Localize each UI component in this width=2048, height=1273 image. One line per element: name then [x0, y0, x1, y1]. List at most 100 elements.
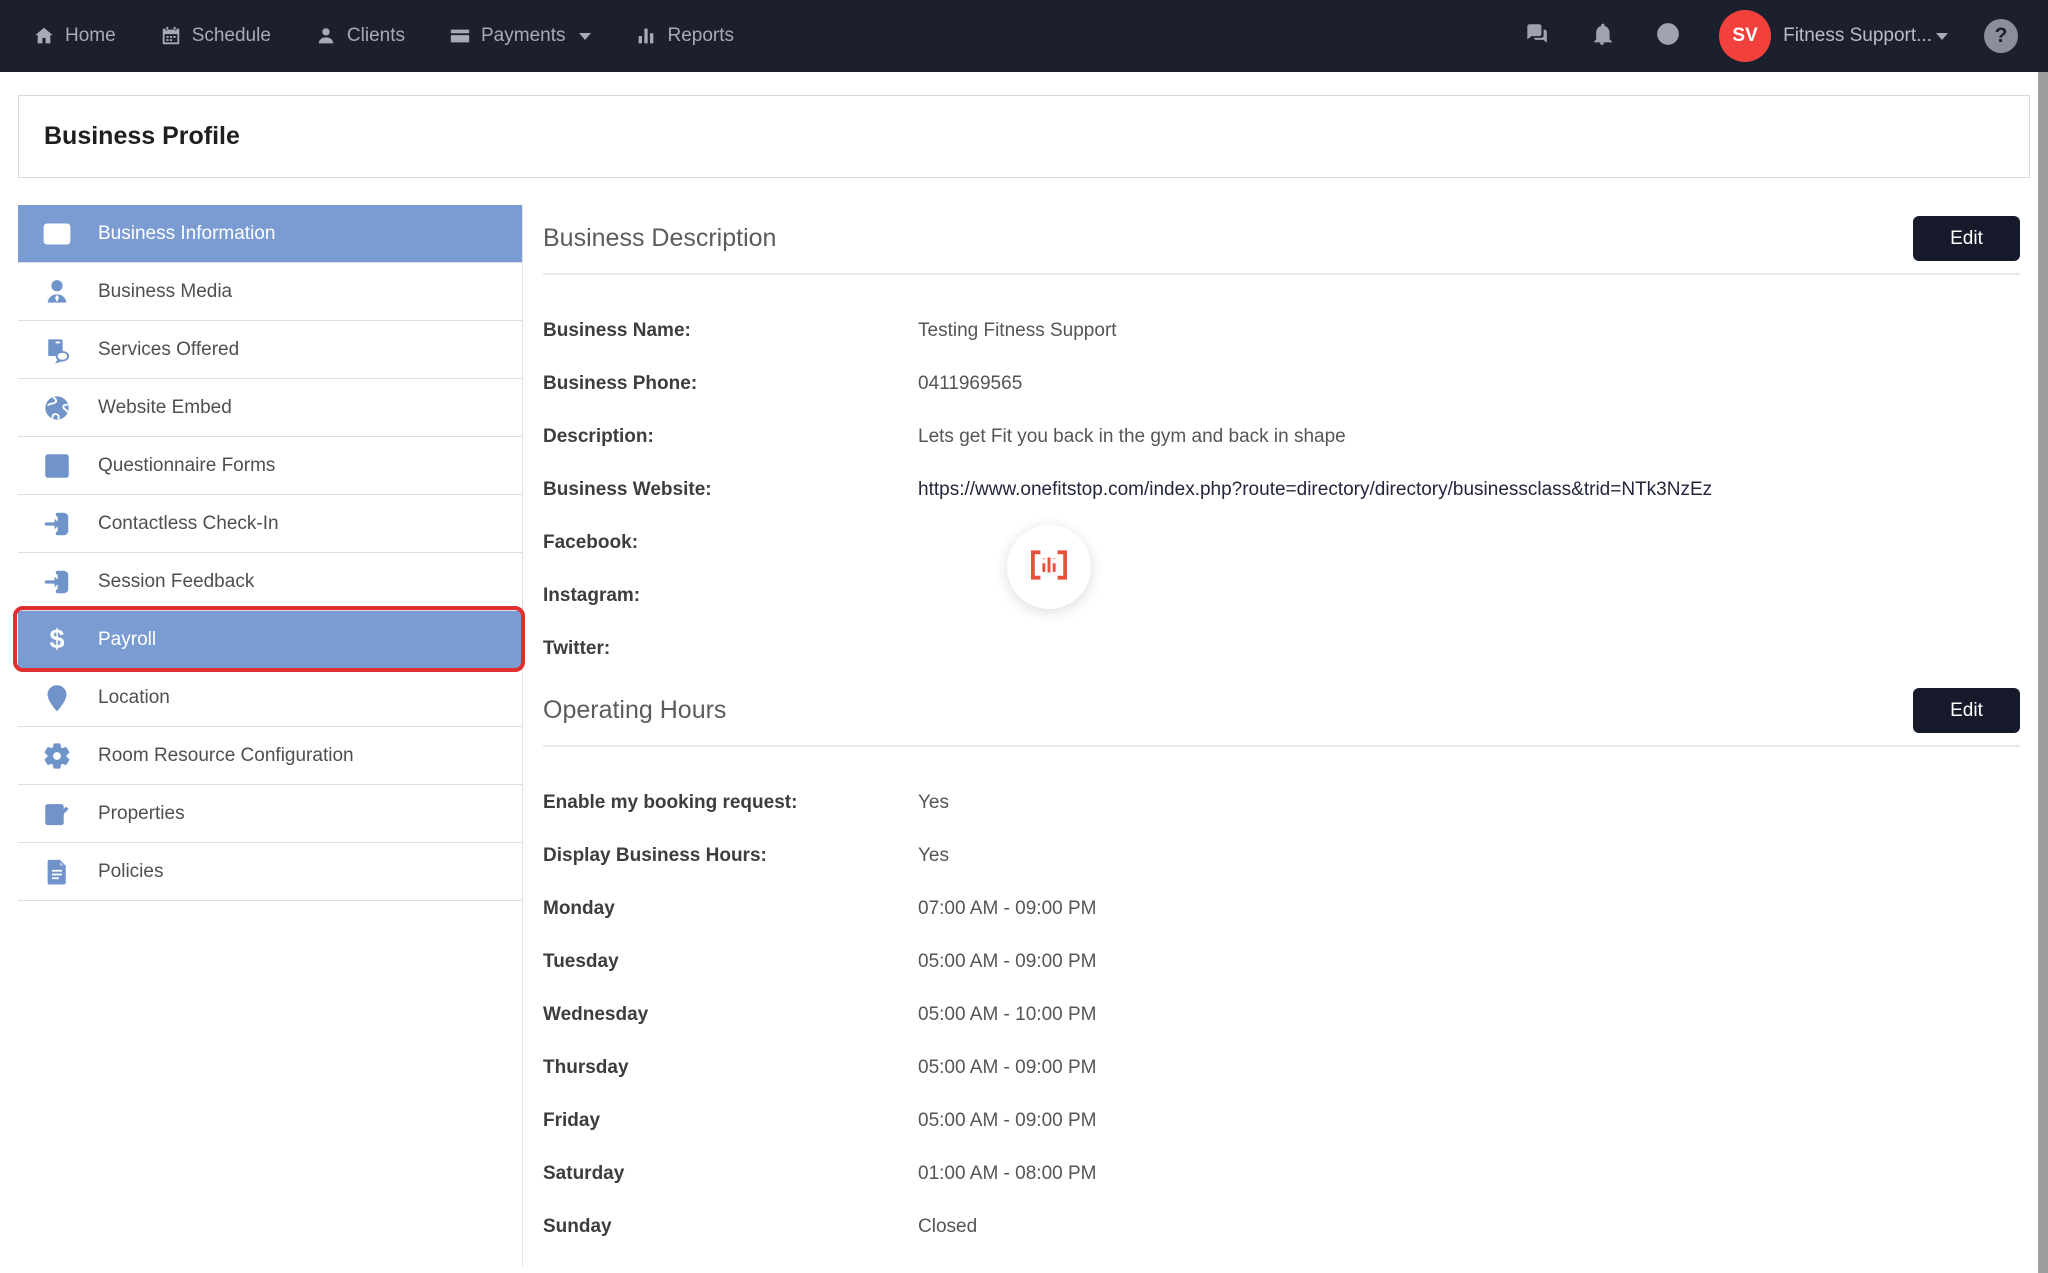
hours-day-row: SundayClosed — [543, 1213, 2020, 1240]
account-menu[interactable]: SV Fitness Support... — [1719, 10, 1948, 62]
hours-setting-row: Enable my booking request:Yes — [543, 789, 2020, 816]
sidebar-item-contactless-check-in[interactable]: Contactless Check-In — [18, 495, 522, 553]
list-icon — [40, 449, 74, 483]
sidebar-item-label: Business Information — [98, 223, 275, 245]
vertical-scrollbar[interactable] — [2038, 72, 2048, 1273]
nav-item-schedule[interactable]: Schedule — [160, 25, 271, 47]
field-label: Thursday — [543, 1057, 918, 1079]
history-button[interactable] — [1655, 21, 1681, 52]
id-card-icon — [40, 217, 74, 251]
hours-day-row: Thursday05:00 AM - 09:00 PM — [543, 1054, 2020, 1081]
description-field-row: Instagram: — [543, 582, 2020, 609]
nav-item-reports[interactable]: Reports — [635, 25, 734, 47]
business-description-section: Business Description Edit — [543, 216, 2020, 662]
field-value: 05:00 AM - 09:00 PM — [918, 1057, 1097, 1079]
field-label: Description: — [543, 426, 918, 448]
sidebar-item-label: Contactless Check-In — [98, 513, 279, 535]
description-field-row: Business Website:https://www.onefitstop.… — [543, 476, 2020, 503]
reports-icon — [635, 25, 657, 47]
field-label: Display Business Hours: — [543, 845, 918, 867]
nav-item-label: Home — [65, 25, 116, 47]
gear-icon — [40, 739, 74, 773]
nav-item-payments[interactable]: Payments — [449, 25, 591, 47]
field-label: Saturday — [543, 1163, 918, 1185]
navbar-right-group: SV Fitness Support... ? — [1483, 10, 2018, 62]
sidebar-item-properties[interactable]: Properties — [18, 785, 522, 843]
sidebar-item-business-media[interactable]: Business Media — [18, 263, 522, 321]
sidebar-item-policies[interactable]: Policies — [18, 843, 522, 901]
sidebar-item-location[interactable]: Location — [18, 669, 522, 727]
nav-item-home[interactable]: Home — [33, 25, 116, 47]
description-field-row: Business Name:Testing Fitness Support — [543, 317, 2020, 344]
field-value: 05:00 AM - 09:00 PM — [918, 951, 1097, 973]
sidebar-item-website-embed[interactable]: Website Embed — [18, 379, 522, 437]
sidebar-item-label: Business Media — [98, 281, 232, 303]
main-panel: Business Description Edit — [543, 205, 2030, 1266]
hours-day-row: Tuesday05:00 AM - 09:00 PM — [543, 948, 2020, 975]
sign-in-icon — [40, 565, 74, 599]
field-value: Testing Fitness Support — [918, 320, 1117, 342]
dollar-icon: $ — [40, 623, 74, 657]
sidebar-item-services-offered[interactable]: Services Offered — [18, 321, 522, 379]
nav-item-label: Schedule — [192, 25, 271, 47]
scan-badge — [1007, 525, 1091, 609]
account-name: Fitness Support... — [1783, 25, 1932, 47]
sidebar-item-label: Room Resource Configuration — [98, 745, 354, 767]
sidebar-item-session-feedback[interactable]: Session Feedback — [18, 553, 522, 611]
user-icon — [40, 275, 74, 309]
calendar-icon — [160, 25, 182, 47]
business-description-title: Business Description — [543, 224, 776, 253]
sidebar-item-payroll[interactable]: $Payroll — [18, 611, 522, 669]
top-navbar: Home Schedule Clients Payments Reports SV Fi… — [0, 0, 2048, 72]
description-field-row: Business Phone:0411969565 — [543, 370, 2020, 397]
page-body: Business Profile Business InformationBus… — [0, 95, 2048, 1266]
field-value: Closed — [918, 1216, 977, 1238]
field-label: Sunday — [543, 1216, 918, 1238]
sidebar-item-questionnaire-forms[interactable]: Questionnaire Forms — [18, 437, 522, 495]
chat-button[interactable] — [1523, 21, 1549, 52]
home-icon — [33, 25, 55, 47]
nav-item-clients[interactable]: Clients — [315, 25, 405, 47]
operating-hours-settings: Enable my booking request:YesDisplay Bus… — [543, 789, 2020, 869]
field-label: Facebook: — [543, 532, 918, 554]
clock-icon — [1655, 21, 1681, 52]
payments-icon — [449, 25, 471, 47]
notifications-button[interactable] — [1589, 21, 1615, 52]
nav-item-label: Reports — [667, 25, 734, 47]
field-label: Instagram: — [543, 585, 918, 607]
bell-icon — [1589, 21, 1615, 52]
book-chat-icon — [40, 333, 74, 367]
field-value-link[interactable]: https://www.onefitstop.com/index.php?rou… — [918, 479, 1712, 501]
field-value: Lets get Fit you back in the gym and bac… — [918, 426, 1346, 448]
edit-operating-hours-button[interactable]: Edit — [1913, 688, 2020, 733]
hours-setting-row: Display Business Hours:Yes — [543, 842, 2020, 869]
description-field-row: Facebook: — [543, 529, 2020, 556]
sidebar-item-label: Properties — [98, 803, 185, 825]
field-label: Business Phone: — [543, 373, 918, 395]
field-label: Enable my booking request: — [543, 792, 918, 814]
section-divider — [543, 745, 2020, 747]
edit-doc-icon — [40, 797, 74, 831]
description-field-row: Twitter: — [543, 635, 2020, 662]
sidebar-item-business-information[interactable]: Business Information — [18, 205, 522, 263]
field-value: 0411969565 — [918, 373, 1022, 395]
edit-business-description-button[interactable]: Edit — [1913, 216, 2020, 261]
sign-in-icon — [40, 507, 74, 541]
chat-icon — [1523, 21, 1549, 52]
field-value: 01:00 AM - 08:00 PM — [918, 1163, 1097, 1185]
help-button[interactable]: ? — [1984, 19, 2018, 53]
hours-day-row: Wednesday05:00 AM - 10:00 PM — [543, 1001, 2020, 1028]
field-label: Wednesday — [543, 1004, 918, 1026]
description-field-row: Description:Lets get Fit you back in the… — [543, 423, 2020, 450]
nav-item-label: Payments — [481, 25, 565, 47]
sidebar-item-label: Policies — [98, 861, 163, 883]
sidebar-item-label: Website Embed — [98, 397, 232, 419]
field-value: 05:00 AM - 10:00 PM — [918, 1004, 1097, 1026]
sidebar-item-room-resource-configuration[interactable]: Room Resource Configuration — [18, 727, 522, 785]
field-value: Yes — [918, 845, 949, 867]
field-value: Yes — [918, 792, 949, 814]
globe-icon — [40, 391, 74, 425]
field-value: 07:00 AM - 09:00 PM — [918, 898, 1097, 920]
operating-hours-title: Operating Hours — [543, 696, 726, 725]
operating-hours-section: Operating Hours Edit Enable my booking r… — [543, 688, 2020, 1240]
